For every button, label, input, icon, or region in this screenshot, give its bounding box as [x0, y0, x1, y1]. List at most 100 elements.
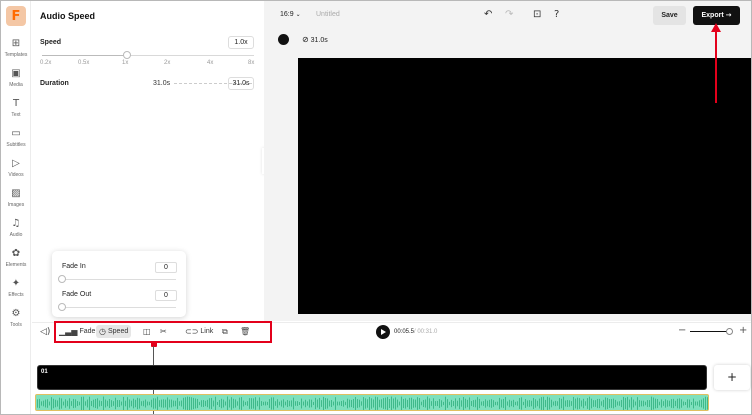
waveform-bar — [409, 397, 410, 410]
speed-slider-handle[interactable] — [122, 51, 131, 59]
waveform-bar — [153, 398, 154, 409]
speed-value-input[interactable]: 1.0x — [228, 36, 254, 49]
sidebar-item-media[interactable]: ▣ Media — [1, 68, 31, 88]
fade-in-handle[interactable] — [58, 275, 66, 283]
project-title[interactable]: Untitled — [316, 11, 340, 18]
waveform-bar — [423, 399, 424, 408]
waveform-bar — [175, 400, 176, 407]
fade-out-slider[interactable] — [62, 307, 176, 308]
waveform-bar — [41, 401, 42, 406]
sidebar-item-images[interactable]: ▨ Images — [1, 188, 31, 208]
waveform-bar — [367, 399, 368, 408]
waveform-bar — [225, 401, 226, 406]
waveform-bar — [603, 399, 604, 408]
audio-track[interactable] — [35, 394, 709, 411]
fade-in-slider[interactable] — [62, 279, 176, 280]
redo-icon[interactable]: ↷ — [505, 9, 513, 21]
waveform-bar — [57, 400, 58, 407]
waveform-bar — [627, 396, 628, 410]
zoom-in-icon[interactable]: + — [739, 325, 747, 336]
waveform-bar — [431, 401, 432, 406]
aspect-ratio-select[interactable]: 16:9 ⌄ — [280, 11, 301, 18]
waveform-bar — [547, 396, 548, 410]
sidebar-item-subtitles[interactable]: ▭ Subtitles — [1, 128, 31, 148]
waveform-bar — [263, 401, 264, 406]
volume-icon[interactable]: ◁) — [40, 327, 50, 337]
waveform-bar — [441, 400, 442, 407]
waveform-bar — [707, 397, 708, 410]
fade-out-input[interactable]: 0 — [155, 290, 177, 301]
waveform-bar — [131, 400, 132, 407]
screenshot-icon[interactable]: ⊡ — [533, 9, 541, 21]
waveform-bar — [271, 397, 272, 410]
sidebar-item-elements[interactable]: ✿ Elements — [1, 248, 31, 268]
waveform-bar — [465, 398, 466, 409]
waveform-bar — [299, 401, 300, 406]
waveform-bar — [641, 400, 642, 407]
playhead-marker[interactable] — [151, 342, 157, 347]
waveform-bar — [375, 396, 376, 410]
zoom-slider-handle[interactable] — [726, 328, 733, 335]
fade-out-handle[interactable] — [58, 303, 66, 311]
waveform-bar — [461, 400, 462, 407]
waveform-bar — [475, 399, 476, 408]
waveform-bar — [413, 399, 414, 408]
save-button[interactable]: Save — [653, 6, 686, 25]
app-logo[interactable]: F — [6, 6, 26, 26]
waveform-bar — [513, 399, 514, 408]
annotation-highlight-box — [54, 321, 272, 343]
waveform-bar — [71, 401, 72, 406]
sidebar-item-label: Images — [7, 202, 25, 208]
waveform-bar — [363, 397, 364, 410]
video-clip[interactable]: 01 — [37, 365, 707, 390]
sidebar-item-effects[interactable]: ✦ Effects — [1, 278, 31, 298]
video-preview[interactable] — [298, 58, 751, 314]
media-icon: ▣ — [11, 68, 21, 79]
waveform-bar — [439, 399, 440, 408]
waveform-bar — [675, 400, 676, 407]
images-icon: ▨ — [11, 188, 21, 199]
waveform-bar — [223, 399, 224, 408]
panel-title: Audio Speed — [40, 11, 96, 21]
sidebar-item-videos[interactable]: ▷ Videos — [1, 158, 31, 178]
canvas-duration[interactable]: ⊘ 31.0s — [302, 35, 328, 44]
undo-icon[interactable]: ↶ — [484, 9, 492, 21]
waveform-bar — [705, 396, 706, 410]
waveform-bar — [69, 398, 70, 409]
waveform-bar — [67, 400, 68, 407]
sidebar-item-templates[interactable]: ⊞ Templates — [1, 38, 31, 58]
zoom-slider[interactable] — [690, 331, 730, 332]
sidebar-item-text[interactable]: T Text — [1, 98, 31, 118]
waveform-bar — [265, 401, 266, 406]
waveform-bar — [257, 400, 258, 407]
waveform-bar — [679, 398, 680, 409]
waveform-bar — [267, 401, 268, 406]
waveform-bar — [111, 400, 112, 407]
waveform-bar — [361, 401, 362, 406]
waveform-bar — [577, 397, 578, 410]
waveform-bar — [301, 398, 302, 409]
waveform-bar — [75, 399, 76, 408]
waveform-bar — [499, 397, 500, 410]
background-color-swatch[interactable] — [278, 34, 289, 45]
waveform-bar — [515, 401, 516, 406]
add-clip-button[interactable]: + — [714, 365, 750, 390]
duration-label: Duration — [40, 80, 69, 87]
sidebar-item-label: Tools — [10, 322, 22, 328]
fade-in-input[interactable]: 0 — [155, 262, 177, 273]
top-bar: 16:9 ⌄ Untitled ↶ ↷ ⊡ ? Save Export → — [264, 1, 751, 29]
sidebar-item-audio[interactable]: ♫ Audio — [1, 218, 31, 238]
waveform-bar — [317, 399, 318, 408]
waveform-bar — [107, 400, 108, 407]
sidebar-item-tools[interactable]: ⚙ Tools — [1, 308, 31, 328]
waveform-bar — [419, 398, 420, 409]
waveform-bar — [173, 400, 174, 407]
zoom-out-icon[interactable]: − — [678, 325, 686, 336]
waveform-bar — [539, 398, 540, 409]
waveform-bar — [621, 399, 622, 408]
waveform-bar — [429, 398, 430, 409]
help-icon[interactable]: ? — [554, 9, 559, 21]
waveform-bar — [445, 396, 446, 410]
waveform-bar — [535, 399, 536, 408]
waveform-bar — [183, 397, 184, 410]
